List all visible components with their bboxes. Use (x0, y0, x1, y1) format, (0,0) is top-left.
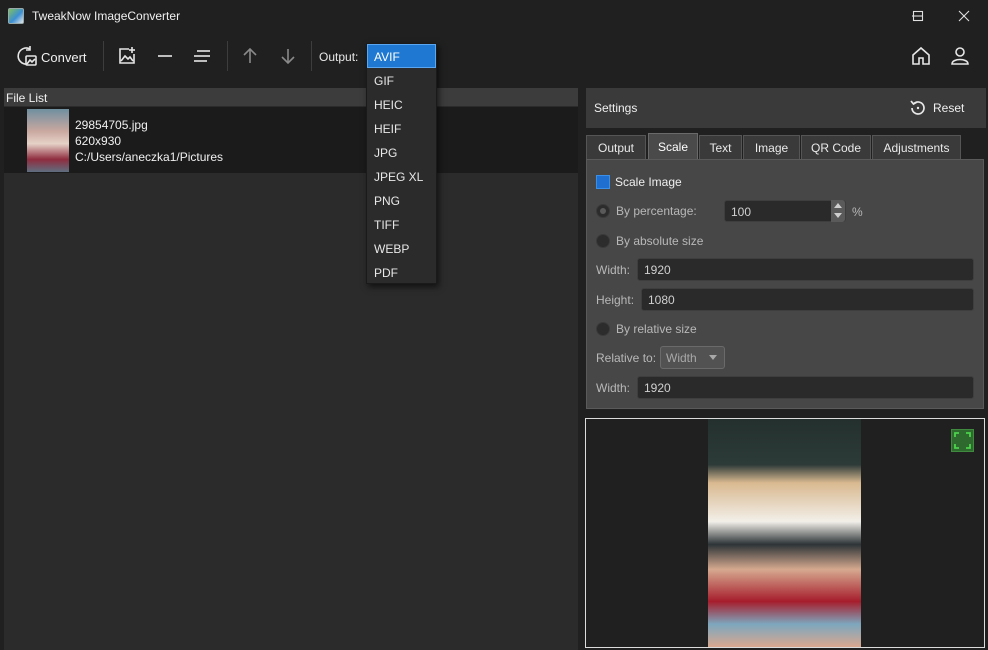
by-relative-label[interactable]: By relative size (616, 322, 697, 336)
convert-button[interactable] (15, 44, 39, 68)
clear-list-icon (194, 50, 210, 62)
output-option-heic[interactable]: HEIC (367, 92, 436, 116)
width-label: Width: (596, 263, 631, 277)
spin-down-icon[interactable] (834, 213, 842, 218)
height-label: Height: (596, 293, 635, 307)
clear-list-button[interactable] (190, 44, 214, 68)
by-relative-radio[interactable] (596, 322, 610, 336)
width-input[interactable]: 1920 (637, 258, 974, 281)
window-title: TweakNow ImageConverter (32, 9, 181, 23)
home-icon (912, 46, 930, 65)
reset-label[interactable]: Reset (933, 101, 964, 115)
app-icon (8, 8, 24, 24)
scale-image-checkbox[interactable] (596, 175, 610, 189)
output-option-tiff[interactable]: TIFF (367, 212, 436, 236)
height-input[interactable]: 1080 (641, 288, 974, 311)
output-label: Output: (319, 50, 359, 64)
close-button[interactable] (941, 0, 987, 32)
by-percentage-label[interactable]: By percentage: (616, 204, 697, 218)
tab-adjustments[interactable]: Adjustments (872, 135, 961, 159)
minus-icon (158, 55, 172, 57)
close-icon (958, 10, 970, 22)
file-thumbnail (27, 109, 69, 172)
relative-width-label: Width: (596, 381, 631, 395)
settings-title: Settings (594, 101, 638, 115)
output-option-pdf[interactable]: PDF (367, 260, 436, 284)
convert-label[interactable]: Convert (41, 50, 87, 65)
output-option-png[interactable]: PNG (367, 188, 436, 212)
spin-up-icon[interactable] (834, 203, 842, 208)
output-option-avif[interactable]: AVIF (367, 44, 436, 68)
reset-icon (910, 100, 925, 115)
chevron-down-icon[interactable] (709, 355, 717, 360)
percentage-input[interactable]: 100 (724, 200, 846, 222)
tab-image[interactable]: Image (743, 135, 800, 159)
move-down-button[interactable] (276, 44, 300, 68)
home-button[interactable] (909, 44, 933, 68)
percent-unit: % (852, 205, 863, 219)
preview-image (708, 419, 861, 647)
output-option-gif[interactable]: GIF (367, 68, 436, 92)
user-icon (951, 47, 969, 65)
scale-tab-content (586, 159, 984, 409)
tab-scale[interactable]: Scale (648, 133, 698, 160)
account-button[interactable] (948, 44, 972, 68)
output-option-jpg[interactable]: JPG (367, 140, 436, 164)
toolbar-separator (311, 41, 312, 71)
file-dimensions: 620x930 (75, 134, 122, 148)
tab-qr-code[interactable]: QR Code (801, 135, 871, 159)
toolbar-separator (227, 41, 228, 71)
relative-width-input[interactable]: 1920 (637, 376, 974, 399)
convert-icon (17, 46, 37, 66)
file-path: C:/Users/aneczka1/Pictures (75, 150, 224, 164)
relative-to-label: Relative to: (596, 351, 657, 365)
scale-image-label[interactable]: Scale Image (615, 175, 682, 189)
output-option-jpeg-xl[interactable]: JPEG XL (367, 164, 436, 188)
by-absolute-label[interactable]: By absolute size (616, 234, 703, 248)
file-list-header (4, 88, 578, 106)
by-percentage-radio[interactable] (596, 204, 610, 218)
toolbar-separator (103, 41, 104, 71)
by-absolute-radio[interactable] (596, 234, 610, 248)
tab-text[interactable]: Text (699, 135, 742, 159)
file-list-title: File List (6, 91, 48, 105)
output-option-heif[interactable]: HEIF (367, 116, 436, 140)
tab-output[interactable]: Output (586, 135, 646, 159)
add-image-button[interactable] (115, 44, 139, 68)
fullscreen-icon (954, 432, 971, 449)
arrow-down-icon (281, 49, 295, 65)
add-image-icon (119, 47, 135, 64)
maximize-icon (912, 10, 924, 22)
move-up-button[interactable] (238, 44, 262, 68)
output-option-webp[interactable]: WEBP (367, 236, 436, 260)
fullscreen-button[interactable] (951, 429, 974, 452)
arrow-up-icon (243, 47, 257, 63)
remove-button[interactable] (153, 44, 177, 68)
maximize-button[interactable] (895, 0, 941, 32)
toolbar (0, 32, 988, 84)
file-name: 29854705.jpg (75, 118, 148, 132)
